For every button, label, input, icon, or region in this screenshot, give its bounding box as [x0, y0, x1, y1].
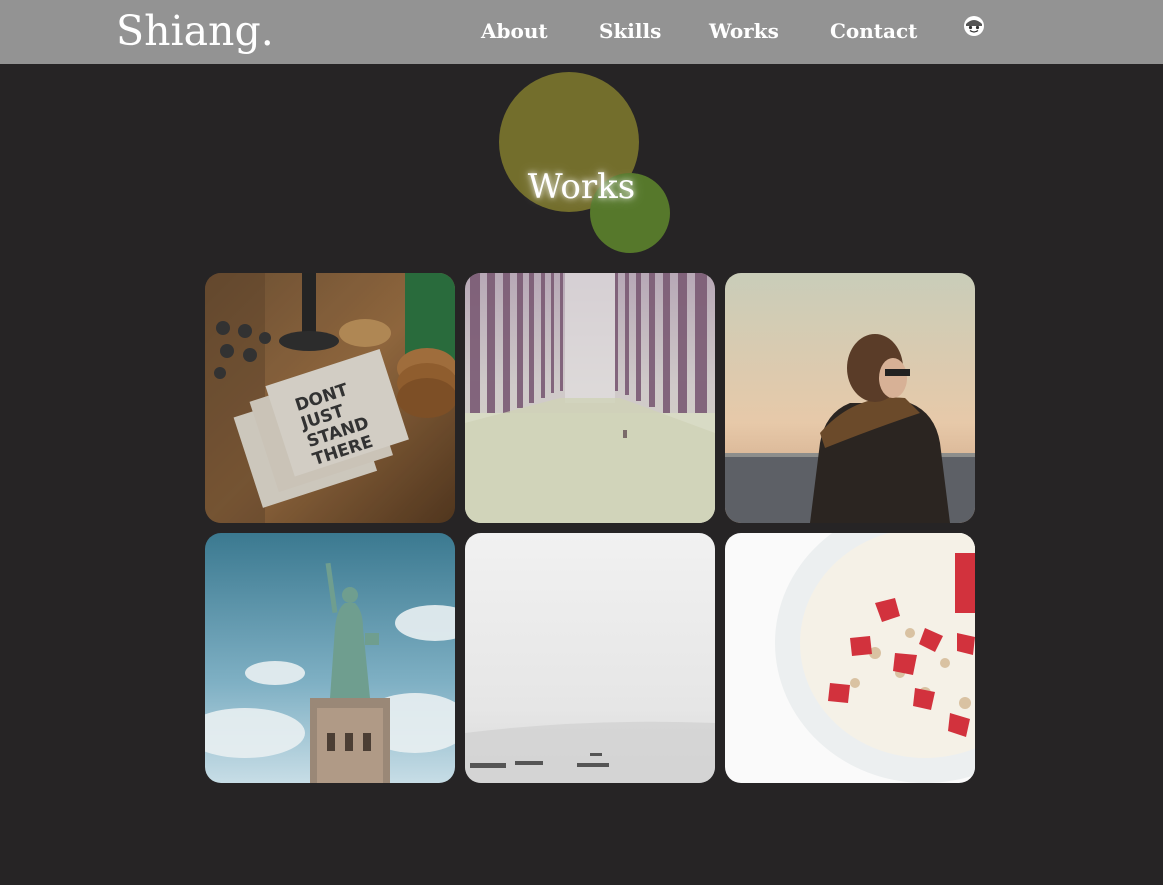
work-tile-forest[interactable]	[465, 273, 715, 523]
top-navbar: Shiang. About Skills Works Contact	[0, 0, 1163, 64]
work-tile-liberty[interactable]	[205, 533, 455, 783]
works-header: Works	[0, 64, 1163, 264]
work-tile-notebook[interactable]: DONT JUST STAND THERE	[205, 273, 455, 523]
statue-of-liberty-image	[205, 533, 455, 783]
smiley-face-icon[interactable]	[963, 15, 985, 37]
yogurt-bowl-image	[725, 533, 975, 783]
nav-skills[interactable]: Skills	[599, 19, 661, 43]
work-tile-seaside[interactable]	[725, 273, 975, 523]
seaside-person-image	[725, 273, 975, 523]
site-logo[interactable]: Shiang.	[116, 7, 274, 55]
work-tile-yogurt[interactable]	[725, 533, 975, 783]
nav-about[interactable]: About	[481, 19, 548, 43]
nav-contact[interactable]: Contact	[830, 19, 917, 43]
forest-road-image	[465, 273, 715, 523]
section-title: Works	[527, 167, 636, 207]
foggy-sea-image	[465, 533, 715, 783]
nav-works[interactable]: Works	[709, 19, 779, 43]
work-tile-foggy-sea[interactable]	[465, 533, 715, 783]
notebook-desk-image: DONT JUST STAND THERE	[205, 273, 455, 523]
